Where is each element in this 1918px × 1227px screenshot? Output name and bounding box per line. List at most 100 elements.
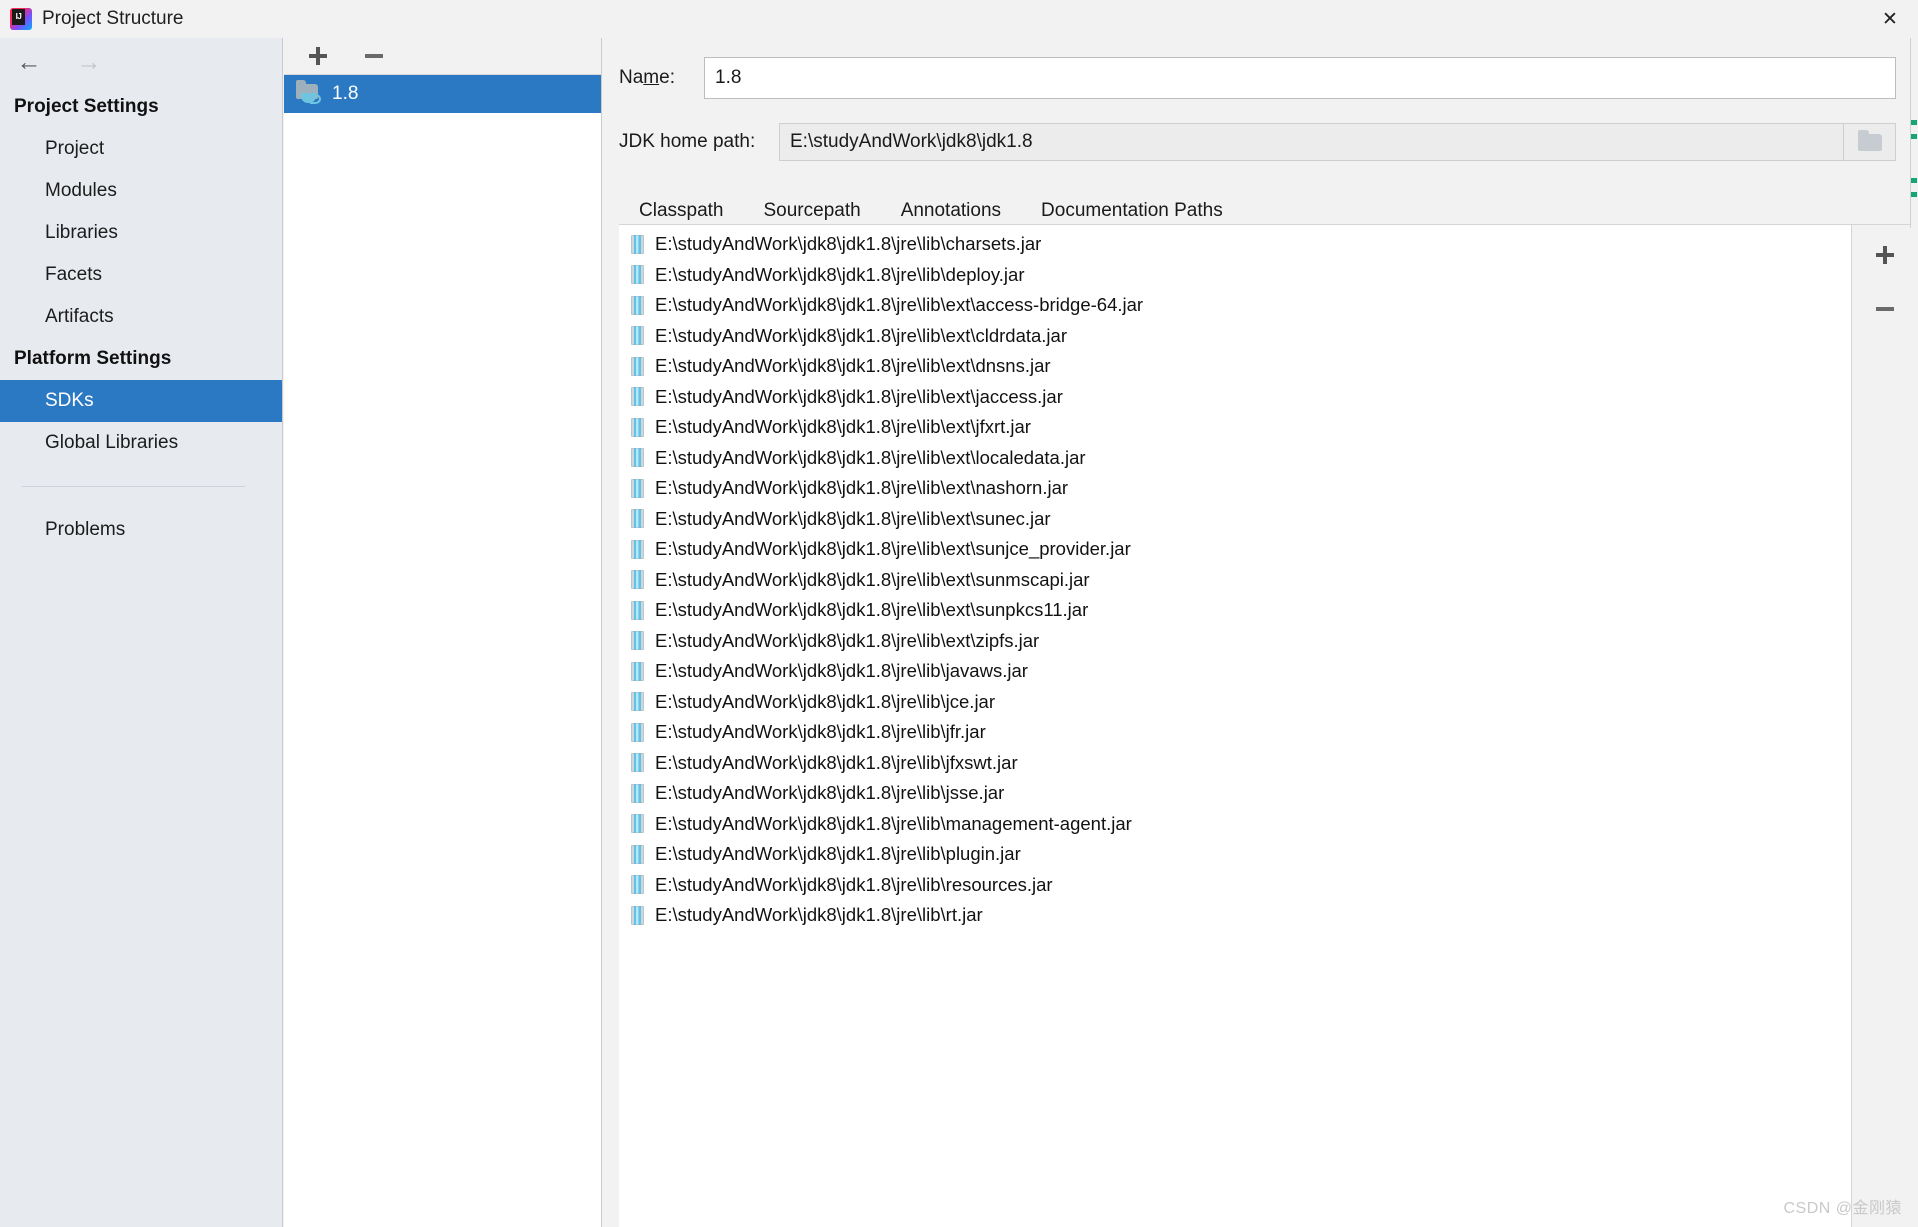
jar-file-icon	[631, 722, 644, 742]
jar-file-icon	[631, 509, 644, 529]
close-icon[interactable]: ✕	[1862, 0, 1918, 38]
jar-file-icon	[631, 753, 644, 773]
classpath-row[interactable]: E:\studyAndWork\jdk8\jdk1.8\jre\lib\java…	[619, 656, 1851, 687]
classpath-row[interactable]: E:\studyAndWork\jdk8\jdk1.8\jre\lib\depl…	[619, 260, 1851, 291]
name-label-part1: Na	[619, 67, 644, 88]
jar-file-icon	[631, 387, 644, 407]
forward-arrow-icon[interactable]: →	[74, 49, 104, 74]
classpath-row[interactable]: E:\studyAndWork\jdk8\jdk1.8\jre\lib\ext\…	[619, 565, 1851, 596]
vcs-marker-icon	[1911, 134, 1917, 139]
settings-sidebar: ← → Project Settings Project Modules Lib…	[0, 38, 283, 1227]
vcs-marker-icon	[1911, 192, 1917, 197]
remove-classpath-button[interactable]	[1873, 297, 1897, 321]
classpath-row[interactable]: E:\studyAndWork\jdk8\jdk1.8\jre\lib\jce.…	[619, 687, 1851, 718]
classpath-row-label: E:\studyAndWork\jdk8\jdk1.8\jre\lib\ext\…	[655, 507, 1051, 529]
vcs-marker-icon	[1911, 178, 1917, 183]
classpath-row-label: E:\studyAndWork\jdk8\jdk1.8\jre\lib\ext\…	[655, 294, 1144, 316]
add-sdk-button[interactable]	[306, 44, 330, 68]
jar-file-icon	[631, 417, 644, 437]
classpath-row[interactable]: E:\studyAndWork\jdk8\jdk1.8\jre\lib\jsse…	[619, 778, 1851, 809]
classpath-row[interactable]: E:\studyAndWork\jdk8\jdk1.8\jre\lib\ext\…	[619, 504, 1851, 535]
jar-file-icon	[631, 631, 644, 651]
classpath-row-label: E:\studyAndWork\jdk8\jdk1.8\jre\lib\plug…	[655, 843, 1021, 865]
classpath-row[interactable]: E:\studyAndWork\jdk8\jdk1.8\jre\lib\rt.j…	[619, 900, 1851, 931]
sidebar-divider	[22, 486, 245, 487]
classpath-row[interactable]: E:\studyAndWork\jdk8\jdk1.8\jre\lib\ext\…	[619, 595, 1851, 626]
classpath-row-label: E:\studyAndWork\jdk8\jdk1.8\jre\lib\ext\…	[655, 355, 1051, 377]
jar-file-icon	[631, 539, 644, 559]
sidebar-item-facets[interactable]: Facets	[0, 254, 282, 296]
classpath-row[interactable]: E:\studyAndWork\jdk8\jdk1.8\jre\lib\ext\…	[619, 473, 1851, 504]
classpath-row[interactable]: E:\studyAndWork\jdk8\jdk1.8\jre\lib\ext\…	[619, 351, 1851, 382]
classpath-row-label: E:\studyAndWork\jdk8\jdk1.8\jre\lib\ext\…	[655, 385, 1063, 407]
jar-file-icon	[631, 234, 644, 254]
classpath-row-label: E:\studyAndWork\jdk8\jdk1.8\jre\lib\jfxs…	[655, 751, 1018, 773]
vcs-marker-icon	[1911, 120, 1917, 125]
jar-file-icon	[631, 905, 644, 925]
jar-file-icon	[631, 478, 644, 498]
jdk-home-path-input[interactable]: E:\studyAndWork\jdk8\jdk1.8	[779, 123, 1844, 161]
sdk-list-item[interactable]: 1.8	[284, 75, 601, 113]
dialog-title-bar: Project Structure ✕	[0, 0, 1918, 38]
jar-file-icon	[631, 448, 644, 468]
classpath-row[interactable]: E:\studyAndWork\jdk8\jdk1.8\jre\lib\ext\…	[619, 626, 1851, 657]
sidebar-item-modules[interactable]: Modules	[0, 170, 282, 212]
sidebar-item-artifacts[interactable]: Artifacts	[0, 296, 282, 338]
sdk-name-input[interactable]: 1.8	[704, 57, 1896, 99]
classpath-row[interactable]: E:\studyAndWork\jdk8\jdk1.8\jre\lib\mana…	[619, 809, 1851, 840]
sdk-list-panel: 1.8	[284, 38, 602, 1227]
classpath-row[interactable]: E:\studyAndWork\jdk8\jdk1.8\jre\lib\ext\…	[619, 382, 1851, 413]
name-label-part2: e:	[659, 67, 675, 88]
classpath-row[interactable]: E:\studyAndWork\jdk8\jdk1.8\jre\lib\ext\…	[619, 412, 1851, 443]
project-structure-dialog: Project Structure ✕ ← → Project Settings…	[0, 0, 1918, 1227]
back-arrow-icon[interactable]: ←	[14, 49, 44, 74]
browse-jdk-home-button[interactable]	[1844, 123, 1896, 161]
sidebar-item-problems[interactable]: Problems	[0, 509, 282, 551]
folder-open-icon	[1857, 129, 1882, 151]
sidebar-item-project[interactable]: Project	[0, 128, 282, 170]
jar-file-icon	[631, 661, 644, 681]
classpath-row-label: E:\studyAndWork\jdk8\jdk1.8\jre\lib\depl…	[655, 263, 1025, 285]
classpath-row-label: E:\studyAndWork\jdk8\jdk1.8\jre\lib\jce.…	[655, 690, 996, 712]
classpath-row-label: E:\studyAndWork\jdk8\jdk1.8\jre\lib\ext\…	[655, 599, 1089, 621]
plus-icon	[309, 47, 327, 65]
jar-file-icon	[631, 265, 644, 285]
intellij-idea-icon	[10, 8, 32, 30]
classpath-row-label: E:\studyAndWork\jdk8\jdk1.8\jre\lib\ext\…	[655, 568, 1090, 590]
classpath-list[interactable]: E:\studyAndWork\jdk8\jdk1.8\jre\lib\char…	[619, 225, 1852, 1227]
classpath-row-label: E:\studyAndWork\jdk8\jdk1.8\jre\lib\reso…	[655, 873, 1053, 895]
classpath-row-label: E:\studyAndWork\jdk8\jdk1.8\jre\lib\mana…	[655, 812, 1132, 834]
classpath-row[interactable]: E:\studyAndWork\jdk8\jdk1.8\jre\lib\ext\…	[619, 321, 1851, 352]
classpath-row[interactable]: E:\studyAndWork\jdk8\jdk1.8\jre\lib\reso…	[619, 870, 1851, 901]
minus-icon	[1876, 307, 1894, 311]
classpath-row-label: E:\studyAndWork\jdk8\jdk1.8\jre\lib\char…	[655, 233, 1042, 255]
sidebar-item-libraries[interactable]: Libraries	[0, 212, 282, 254]
classpath-row-label: E:\studyAndWork\jdk8\jdk1.8\jre\lib\ext\…	[655, 538, 1131, 560]
classpath-toolbar	[1852, 225, 1918, 1227]
sdk-detail-pane: Name: 1.8 JDK home path: E:\studyAndWork…	[603, 38, 1918, 1227]
classpath-row[interactable]: E:\studyAndWork\jdk8\jdk1.8\jre\lib\ext\…	[619, 534, 1851, 565]
jar-file-icon	[631, 600, 644, 620]
sdk-list-item-label: 1.8	[332, 83, 359, 104]
name-field-row: Name: 1.8	[603, 56, 1918, 100]
add-classpath-button[interactable]	[1873, 243, 1897, 267]
editor-marker-strip	[1910, 38, 1918, 228]
classpath-row[interactable]: E:\studyAndWork\jdk8\jdk1.8\jre\lib\ext\…	[619, 443, 1851, 474]
classpath-row-label: E:\studyAndWork\jdk8\jdk1.8\jre\lib\ext\…	[655, 324, 1067, 346]
classpath-row[interactable]: E:\studyAndWork\jdk8\jdk1.8\jre\lib\plug…	[619, 839, 1851, 870]
classpath-row-label: E:\studyAndWork\jdk8\jdk1.8\jre\lib\rt.j…	[655, 904, 983, 926]
jar-file-icon	[631, 783, 644, 803]
name-label-mnemonic: m	[643, 67, 660, 88]
classpath-row[interactable]: E:\studyAndWork\jdk8\jdk1.8\jre\lib\jfr.…	[619, 717, 1851, 748]
classpath-row-label: E:\studyAndWork\jdk8\jdk1.8\jre\lib\ext\…	[655, 416, 1031, 438]
classpath-row[interactable]: E:\studyAndWork\jdk8\jdk1.8\jre\lib\ext\…	[619, 290, 1851, 321]
sidebar-group-project-settings: Project Settings	[14, 96, 159, 117]
csdn-watermark: CSDN @金刚猿	[1783, 1200, 1902, 1217]
sidebar-item-sdks[interactable]: SDKs	[0, 380, 282, 422]
remove-sdk-button[interactable]	[362, 44, 386, 68]
sidebar-item-global-libraries[interactable]: Global Libraries	[0, 422, 282, 464]
classpath-row[interactable]: E:\studyAndWork\jdk8\jdk1.8\jre\lib\char…	[619, 229, 1851, 260]
classpath-row-label: E:\studyAndWork\jdk8\jdk1.8\jre\lib\java…	[655, 660, 1028, 682]
classpath-row-label: E:\studyAndWork\jdk8\jdk1.8\jre\lib\ext\…	[655, 629, 1040, 651]
classpath-row[interactable]: E:\studyAndWork\jdk8\jdk1.8\jre\lib\jfxs…	[619, 748, 1851, 779]
